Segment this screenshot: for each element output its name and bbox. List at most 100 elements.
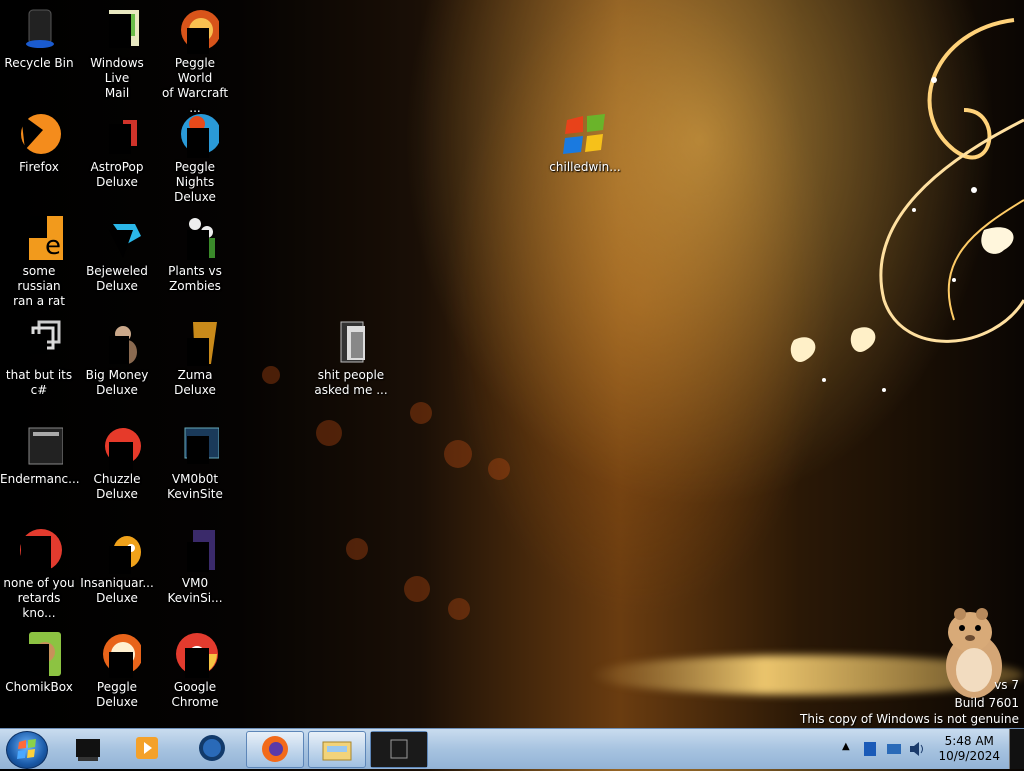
terminal-icon: [371, 732, 427, 767]
desktop-icon-bejeweled-deluxe[interactable]: Bejeweled Deluxe: [78, 214, 156, 294]
zuma-icon: [171, 318, 219, 366]
desktop-icon-big-money-deluxe[interactable]: Big Money Deluxe: [78, 318, 156, 398]
show-desktop-button[interactable]: [1009, 729, 1024, 769]
bokeh-light: [404, 576, 430, 602]
desktop-icon-chomikbox[interactable]: ChomikBox: [0, 630, 78, 695]
bokeh-light: [444, 440, 472, 468]
icon-label: VM0b0t KevinSite: [167, 472, 223, 501]
firefox-icon: [15, 110, 63, 158]
chomikbox-icon: [15, 630, 63, 678]
icon-label: chilledwin...: [549, 160, 621, 174]
terminal-icon: [15, 422, 64, 470]
system-tray: ▲ 5:48 AM 10/9/2024: [838, 729, 1024, 769]
desktop-icon-peggle-nights-deluxe[interactable]: Peggle Nights Deluxe: [156, 110, 234, 205]
desktop-icon-chilledwin[interactable]: chilledwin...: [546, 110, 624, 175]
peggle-icon: [93, 630, 143, 678]
icon-label: ChomikBox: [5, 680, 73, 694]
clock[interactable]: 5:48 AM 10/9/2024: [938, 734, 1000, 764]
icon-label: Peggle Nights Deluxe: [174, 160, 216, 204]
chrome-icon: [171, 630, 219, 678]
peggle-wow-icon: [171, 6, 221, 54]
bokeh-light: [262, 366, 280, 384]
icon-label: that but its c#: [5, 368, 73, 397]
desktop-icon-peggle-world-of-warcraft[interactable]: Peggle World of Warcraft ...: [156, 6, 234, 116]
icon-label: Bejeweled Deluxe: [86, 264, 148, 293]
desktop-icon-endermanc[interactable]: Endermanc...: [0, 422, 80, 487]
icon-label: none of you retards kno...: [3, 576, 75, 620]
icon-label: Endermanc...: [0, 472, 80, 486]
windows-logo-icon: [561, 110, 609, 158]
icon-label: Insaniquar... Deluxe: [80, 576, 154, 605]
desktop-icon-firefox[interactable]: Firefox: [0, 110, 78, 175]
desktop-icon-google-chrome[interactable]: Google Chrome: [156, 630, 234, 710]
desktop-icon-zuma-deluxe[interactable]: Zuma Deluxe: [156, 318, 234, 398]
watermark-not-genuine: This copy of Windows is not genuine: [800, 712, 1019, 726]
chuzzle-icon: [93, 422, 141, 470]
network-icon[interactable]: [886, 741, 902, 757]
icon-label: Peggle Deluxe: [96, 680, 138, 709]
tray-expand-icon[interactable]: ▲: [842, 741, 850, 752]
desktop-icon-peggle-deluxe[interactable]: Peggle Deluxe: [78, 630, 156, 710]
icon-label: Zuma Deluxe: [174, 368, 216, 397]
mail-icon: [93, 6, 141, 54]
icon-label: some russian ran a rat: [13, 264, 65, 308]
insaniquarium-icon: [93, 526, 141, 574]
icon-label: Google Chrome: [171, 680, 219, 709]
taskbar-terminal[interactable]: [370, 731, 428, 768]
desktop-icon-chuzzle-deluxe[interactable]: Chuzzle Deluxe: [78, 422, 156, 502]
desktop-icon-recycle-bin[interactable]: Recycle Bin: [0, 6, 78, 71]
globe-icon: [199, 735, 225, 761]
taskbar-media-center[interactable]: [60, 731, 116, 766]
icon-label: Chuzzle Deluxe: [93, 472, 141, 501]
window-icon: [171, 422, 220, 470]
icon-label: Firefox: [19, 160, 59, 174]
desktop-icon-none-of-you[interactable]: none of you retards kno...: [0, 526, 78, 621]
shortcut-icon: [15, 318, 63, 366]
desktop-icon-windows-live-mail[interactable]: Windows Live Mail: [78, 6, 156, 101]
taskbar-media-player[interactable]: [120, 731, 176, 766]
desktop-icon-astropop-deluxe[interactable]: AstroPop Deluxe: [78, 110, 156, 190]
explorer-icon: [322, 741, 352, 761]
icon-label: Windows Live Mail: [90, 56, 144, 100]
icon-label: AstroPop Deluxe: [90, 160, 144, 189]
watermark-build: Build 7601: [954, 696, 1019, 710]
desktop-icon-shit-people-asked-me[interactable]: shit people asked me ...: [312, 318, 390, 398]
icon-label: Plants vs Zombies: [168, 264, 222, 293]
volume-icon[interactable]: [908, 740, 926, 758]
firefox-icon: [262, 736, 288, 762]
chrome-icon: [15, 526, 63, 574]
bokeh-light: [448, 598, 470, 620]
peggle-nights-icon: [171, 110, 221, 158]
taskbar-globe[interactable]: [184, 731, 240, 766]
desktop-icon-vm0-kevinsite[interactable]: VM0 KevinSi...: [156, 526, 234, 606]
bokeh-light: [488, 458, 510, 480]
start-button[interactable]: [6, 731, 48, 769]
media-player-icon: [136, 737, 158, 759]
desktop-icon-some-russian-ran-a-rat[interactable]: e some russian ran a rat: [0, 214, 78, 309]
desktop-icon-insaniquarium-deluxe[interactable]: Insaniquar... Deluxe: [78, 526, 156, 606]
desktop-icon-vm0b0t-kevinsite[interactable]: VM0b0t KevinSite: [156, 422, 234, 502]
big-money-icon: [93, 318, 141, 366]
bokeh-light: [316, 420, 342, 446]
bejeweled-icon: [93, 214, 141, 262]
taskbar: ▲ 5:48 AM 10/9/2024: [0, 728, 1024, 769]
recycle-bin-icon: [15, 6, 63, 54]
clock-date: 10/9/2024: [938, 749, 1000, 763]
watermark-line1: vs 7: [994, 678, 1019, 692]
icon-label: Recycle Bin: [4, 56, 74, 70]
tray-app-icon[interactable]: [862, 740, 878, 758]
icon-label: Peggle World of Warcraft ...: [161, 56, 229, 115]
plants-vs-zombies-icon: [171, 214, 219, 262]
svg-text:e: e: [45, 231, 61, 261]
bokeh-light: [346, 538, 368, 560]
clock-time: 5:48 AM: [944, 734, 994, 748]
icon-label: shit people asked me ...: [314, 368, 388, 397]
taskbar-explorer[interactable]: [308, 731, 366, 768]
windows-logo-icon: [17, 739, 36, 759]
file-icon: [171, 526, 219, 574]
bokeh-light: [410, 402, 432, 424]
icon-label: VM0 KevinSi...: [167, 576, 223, 605]
desktop-icon-plants-vs-zombies[interactable]: Plants vs Zombies: [156, 214, 234, 294]
desktop-icon-that-but-its-csharp[interactable]: that but its c#: [0, 318, 78, 398]
taskbar-firefox[interactable]: [246, 731, 304, 768]
